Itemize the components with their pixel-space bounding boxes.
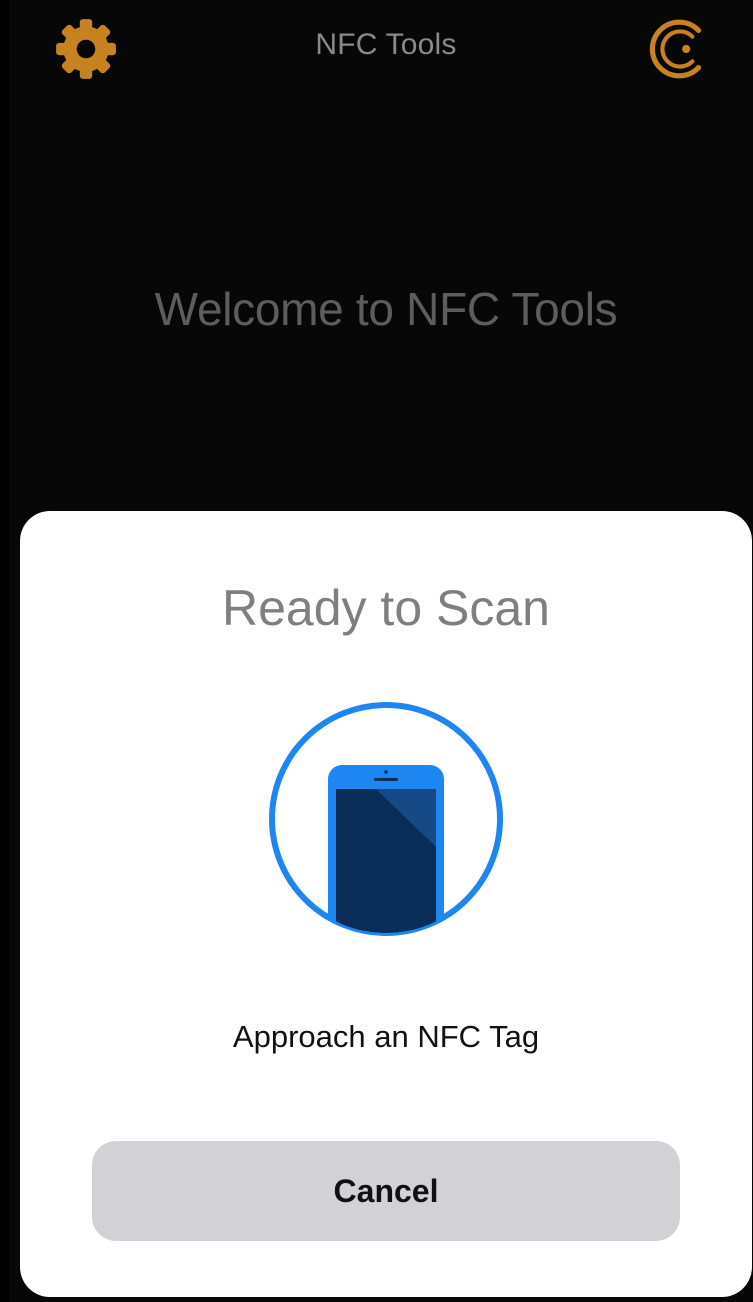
brand-logo-button[interactable] (647, 16, 713, 82)
scan-sheet-title: Ready to Scan (222, 580, 550, 636)
app-title: NFC Tools (315, 28, 457, 61)
scan-sheet: Ready to Scan Approach an NFC Tag Cancel (20, 511, 752, 1297)
scan-instruction: Approach an NFC Tag (232, 1019, 540, 1054)
brand-c-logo-icon (649, 19, 702, 79)
welcome-message: Welcome to NFC Tools (154, 283, 618, 335)
cancel-button[interactable]: Cancel (92, 1141, 680, 1241)
navigation-bar: NFC Tools (9, 0, 753, 100)
phone-scan-icon (268, 701, 504, 937)
